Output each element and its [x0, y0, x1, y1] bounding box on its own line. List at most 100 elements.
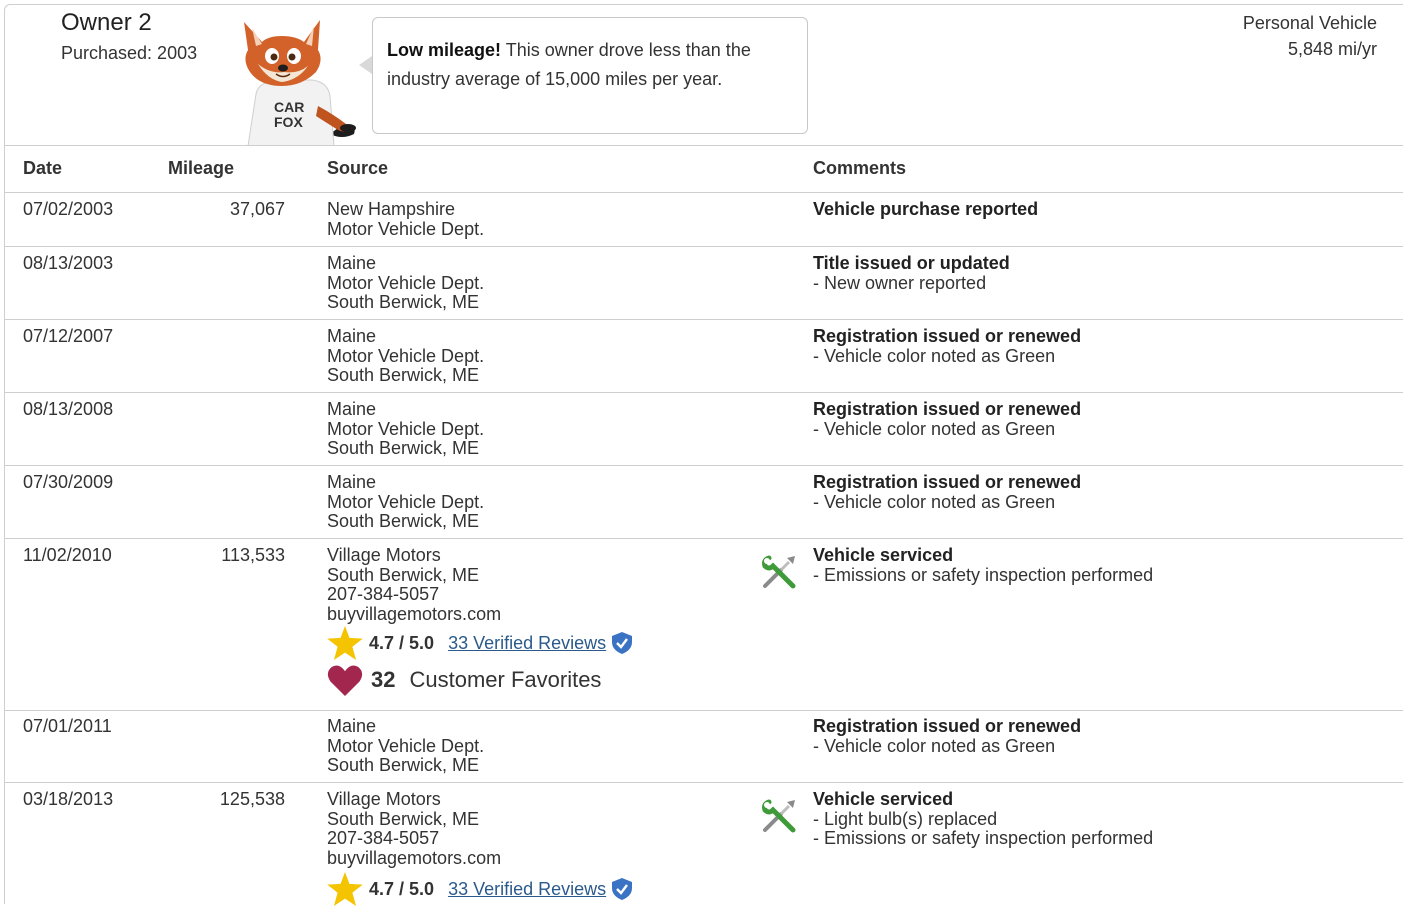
mileage-rate: 5,848 mi/yr	[1287, 39, 1377, 59]
source-line: South Berwick, ME	[327, 564, 480, 585]
comment-heading: Vehicle serviced	[813, 545, 954, 565]
source-line: Maine	[327, 472, 377, 492]
owner-title: Owner 2	[61, 9, 152, 36]
dealer-name: Village Motors	[327, 545, 441, 565]
wrench-screwdriver-icon	[762, 555, 796, 589]
record-source: Maine Motor Vehicle Dept. South Berwick,…	[327, 399, 485, 459]
record-date: 08/13/2003	[23, 253, 114, 273]
source-line: Maine	[327, 253, 377, 273]
vehicle-type: Personal Vehicle	[1242, 13, 1377, 33]
comment-line: - Vehicle color noted as Green	[813, 491, 1056, 512]
favorites-label: Customer Favorites	[409, 667, 602, 692]
record-comment: Registration issued or renewed - Vehicle…	[813, 716, 1082, 756]
row-divider	[5, 538, 1403, 539]
comment-heading: Vehicle serviced	[813, 789, 954, 809]
record-comment: Vehicle purchase reported	[813, 199, 1039, 220]
column-header-mileage: Mileage	[168, 158, 235, 178]
source-line: Motor Vehicle Dept.	[327, 491, 485, 512]
record-comment: Title issued or updated - New owner repo…	[813, 253, 1010, 293]
source-line: Motor Vehicle Dept.	[327, 218, 485, 239]
rating-score: 4.7 / 5.0	[369, 632, 435, 653]
record-date: 07/01/2011	[23, 716, 112, 736]
heart-icon	[327, 665, 363, 696]
record-source: New Hampshire Motor Vehicle Dept.	[327, 199, 485, 239]
comment-line: - Emissions or safety inspection perform…	[813, 564, 1154, 585]
source-line: South Berwick, ME	[327, 755, 480, 775]
dealer-phone: 207-384-5057	[327, 584, 440, 604]
comment-line: - Vehicle color noted as Green	[813, 735, 1056, 756]
record-source: Village Motors South Berwick, ME 207-384…	[327, 789, 502, 868]
dealer-website: buyvillagemotors.com	[327, 847, 502, 868]
tooltip-pointer	[359, 56, 372, 74]
verified-reviews-link[interactable]: 33 Verified Reviews	[448, 633, 606, 654]
record-date: 11/02/2010	[23, 545, 112, 565]
comment-line: - Emissions or safety inspection perform…	[813, 828, 1154, 848]
fox-shirt-text-1: CAR	[274, 99, 304, 115]
star-icon	[327, 872, 363, 906]
comment-heading: Vehicle purchase reported	[813, 199, 1039, 219]
carfox-mascot-icon: CAR FOX	[244, 20, 356, 146]
dealer-website: buyvillagemotors.com	[327, 603, 502, 624]
source-line: Motor Vehicle Dept.	[327, 418, 485, 439]
source-line: South Berwick, ME	[327, 808, 480, 829]
record-comment: Vehicle serviced - Light bulb(s) replace…	[813, 789, 1154, 849]
comment-heading: Registration issued or renewed	[813, 399, 1082, 419]
source-line: Motor Vehicle Dept.	[327, 272, 485, 293]
record-date: 07/12/2007	[23, 326, 114, 346]
record-comment: Registration issued or renewed - Vehicle…	[813, 326, 1082, 366]
customer-favorites: 32 Customer Favorites	[327, 664, 601, 696]
source-line: Motor Vehicle Dept.	[327, 735, 485, 756]
record-date: 03/18/2013	[23, 789, 114, 809]
source-line: Motor Vehicle Dept.	[327, 345, 485, 366]
star-icon	[327, 626, 363, 660]
source-line: South Berwick, ME	[327, 438, 480, 458]
row-divider	[5, 392, 1403, 393]
record-comment: Registration issued or renewed - Vehicle…	[813, 399, 1082, 439]
record-comment: Registration issued or renewed - Vehicle…	[813, 472, 1082, 512]
record-mileage: 113,533	[221, 545, 285, 565]
verified-reviews-link[interactable]: 33 Verified Reviews	[448, 879, 606, 900]
record-source: Maine Motor Vehicle Dept. South Berwick,…	[327, 716, 485, 776]
verified-shield-icon	[612, 878, 633, 900]
record-mileage: 37,067	[229, 199, 285, 219]
comment-heading: Registration issued or renewed	[813, 326, 1082, 346]
dealer-rating: 4.7 / 5.0 33 Verified Reviews	[327, 872, 633, 906]
source-line: South Berwick, ME	[327, 365, 480, 385]
record-source: Maine Motor Vehicle Dept. South Berwick,…	[327, 326, 485, 386]
header-divider-top	[5, 145, 1403, 146]
column-header-date: Date	[23, 158, 63, 178]
record-source: Maine Motor Vehicle Dept. South Berwick,…	[327, 472, 485, 532]
record-date: 07/02/2003	[23, 199, 114, 219]
row-divider	[5, 465, 1403, 466]
record-source: Village Motors South Berwick, ME 207-384…	[327, 545, 502, 624]
rating-score: 4.7 / 5.0	[369, 878, 435, 899]
favorites-count: 32	[371, 667, 396, 692]
comment-line: - Vehicle color noted as Green	[813, 418, 1056, 439]
row-divider	[5, 782, 1403, 783]
record-date: 08/13/2008	[23, 399, 114, 419]
comment-line: - New owner reported	[813, 272, 987, 293]
source-line: South Berwick, ME	[327, 292, 480, 312]
record-source: Maine Motor Vehicle Dept. South Berwick,…	[327, 253, 485, 313]
source-line: Maine	[327, 399, 377, 419]
row-divider	[5, 319, 1403, 320]
low-mileage-tooltip: Low mileage! This owner drove less than …	[372, 17, 808, 134]
comment-line: - Light bulb(s) replaced	[813, 808, 998, 829]
wrench-screwdriver-icon	[762, 799, 796, 833]
header-divider-bottom	[5, 192, 1403, 193]
source-line: Maine	[327, 326, 377, 346]
dealer-phone: 207-384-5057	[327, 828, 440, 848]
comment-heading: Registration issued or renewed	[813, 472, 1082, 492]
verified-shield-icon	[612, 632, 633, 654]
owner-card	[4, 4, 1403, 904]
comment-line: - Vehicle color noted as Green	[813, 345, 1056, 366]
comment-heading: Registration issued or renewed	[813, 716, 1082, 736]
column-header-comments: Comments	[813, 158, 907, 178]
fox-shirt-text-2: FOX	[274, 114, 303, 130]
column-header-source: Source	[327, 158, 389, 178]
source-line: New Hampshire	[327, 199, 456, 219]
vehicle-usage: Personal Vehicle 5,848 mi/yr	[1243, 10, 1377, 62]
source-line: South Berwick, ME	[327, 511, 480, 531]
tooltip-title: Low mileage!	[387, 40, 502, 60]
comment-heading: Title issued or updated	[813, 253, 1010, 273]
